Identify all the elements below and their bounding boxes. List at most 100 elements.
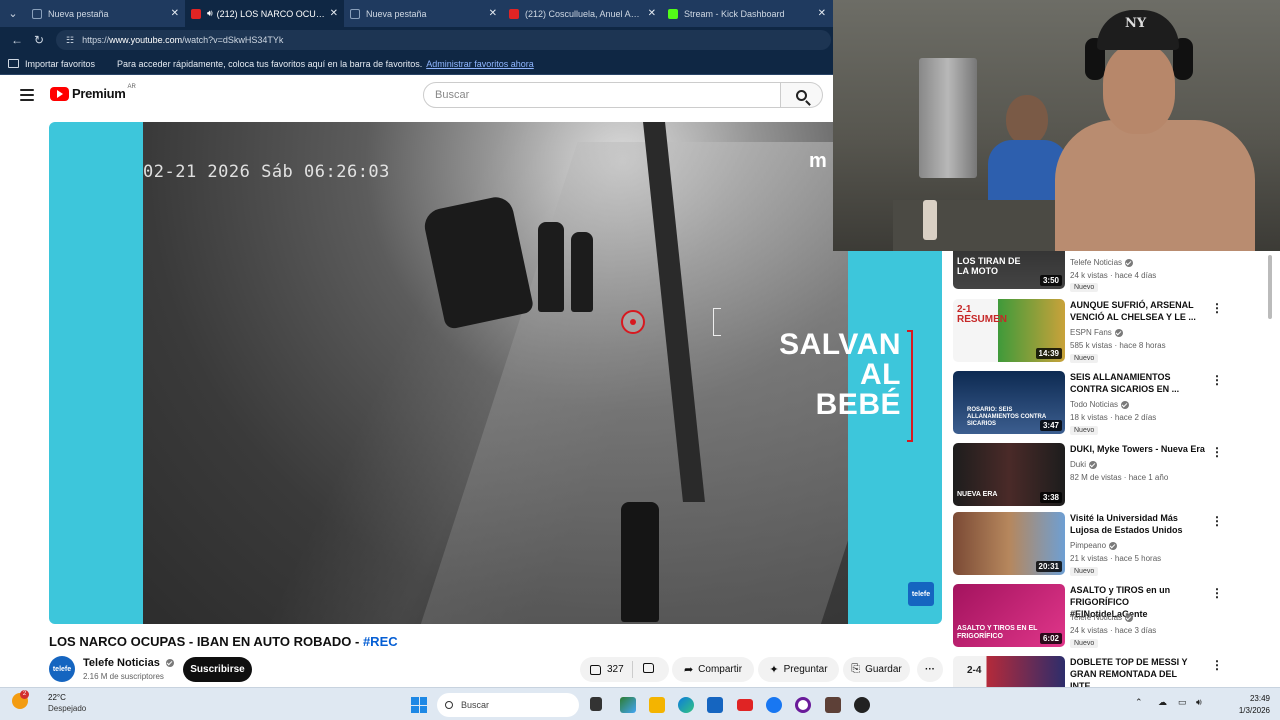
manage-favorites-link[interactable]: Administrar favoritos ahora [426,59,534,69]
edge-browser-icon[interactable] [678,697,694,713]
list-item[interactable]: 2-1 RESUMEN 14:39 AUNQUE SUFRIÓ, ARSENAL… [953,299,1273,365]
reco-title[interactable]: SEIS ALLANAMIENTOS CONTRA SICARIOS EN ..… [1070,371,1205,395]
hashtag-link[interactable]: #REC [363,634,398,649]
taskbar-search[interactable]: Buscar [437,693,579,717]
obs-icon[interactable] [795,697,811,713]
task-view-icon[interactable] [590,697,602,711]
tab-2[interactable]: 🔊︎ (212) LOS NARCO OCUPAS - IB ✕ [185,0,344,27]
video-thumbnail[interactable]: 20:31 [953,512,1065,575]
video-thumbnail[interactable]: 2-1 RESUMEN 14:39 [953,299,1065,362]
ask-label: Preguntar [783,664,828,675]
more-vert-icon[interactable]: ⋮ [1211,514,1223,528]
verified-icon [1125,258,1134,267]
reco-meta: 24 k vistas · hace 4 días [1070,271,1157,280]
cloud-icon[interactable]: ☁ [1158,697,1167,708]
tab-4[interactable]: (212) Cosculluela, Anuel AA - 23 - ✕ [503,0,662,27]
video-thumbnail[interactable]: LOS TIRAN DE LA MOTO 3:50 [953,251,1065,289]
reco-title[interactable]: AUNQUE SUFRIÓ, ARSENAL VENCIÓ AL CHELSEA… [1070,299,1205,323]
new-badge: Nuevo [1070,567,1099,576]
tab-1[interactable]: Nueva pestaña ✕ [26,0,185,27]
more-actions-button[interactable]: ··· [917,657,943,682]
facebook-icon[interactable] [766,697,782,713]
more-vert-icon[interactable]: ⋮ [1211,586,1223,600]
close-icon[interactable]: ✕ [648,8,656,19]
subscriber-count: 2.16 M de suscriptores [83,672,164,681]
search-button[interactable] [781,82,823,108]
list-item[interactable]: 20:31 Visité la Universidad Más Lujosa d… [953,512,1273,578]
channel-watermark-logo[interactable]: telefe [908,582,934,606]
ask-button[interactable]: ✦ Preguntar [758,657,839,682]
site-info-icon[interactable]: ☷ [66,35,74,46]
close-icon[interactable]: ✕ [171,8,179,19]
file-explorer-icon[interactable] [649,697,665,713]
start-button[interactable] [411,697,427,713]
thumbnail-text: NUEVA ERA [957,491,998,498]
list-item[interactable]: NUEVA ERA 3:38 DUKI, Myke Towers - Nueva… [953,443,1273,509]
like-button[interactable]: 327 [580,661,633,678]
duration-badge: 3:47 [1039,420,1062,431]
list-item[interactable]: LOS TIRAN DE LA MOTO 3:50 Telefe Noticia… [953,251,1273,292]
youtube-logo[interactable]: Premium AR [50,83,136,101]
list-item[interactable]: 2-4 DOBLETE TOP DE MESSI Y GRAN REMONTAD… [953,656,1273,687]
reload-icon[interactable]: ↻ [28,33,50,47]
video-player[interactable]: 02-21 2026 Sáb 06:26:03 m SALVAN AL BEBÉ… [49,122,942,624]
scrollbar[interactable] [1268,255,1272,319]
video-thumbnail[interactable]: 2-4 [953,656,1065,687]
weather-widget[interactable]: 2 22°C Despejado [12,690,86,715]
duration-badge: 3:38 [1039,492,1062,503]
tab-5[interactable]: Stream - Kick Dashboard ✕ [662,0,832,27]
more-vert-icon[interactable]: ⋮ [1211,301,1223,315]
sparkle-icon: ✦ [769,664,779,676]
more-vert-icon[interactable]: ⋮ [1211,658,1223,672]
tab-3[interactable]: Nueva pestaña ✕ [344,0,503,27]
url-prefix: https:// [82,35,110,45]
chevron-up-icon[interactable]: ⌃ [1135,697,1143,708]
new-badge: Nuevo [1070,283,1099,292]
share-button[interactable]: ➦ Compartir [672,657,754,682]
reco-meta: 585 k vistas · hace 8 horas [1070,341,1166,350]
back-arrow-icon[interactable]: ← [6,33,28,47]
import-favorites-button[interactable]: Importar favoritos [8,59,95,69]
menu-icon[interactable] [20,89,34,101]
speaker-icon[interactable]: 🔊︎ [207,8,213,19]
search-input[interactable]: Buscar [423,82,781,108]
list-item[interactable]: ROSARIO: SEIS ALLANAMIENTOS CONTRA SICAR… [953,371,1273,437]
reco-title[interactable]: DOBLETE TOP DE MESSI Y GRAN REMONTADA DE… [1070,656,1205,687]
subscribe-button[interactable]: Suscribirse [183,657,252,682]
dislike-button[interactable] [633,663,664,676]
reco-title[interactable]: DUKI, Myke Towers - Nueva Era [1070,443,1205,455]
youtube-play-icon [50,86,69,101]
more-vert-icon[interactable]: ⋮ [1211,373,1223,387]
system-clock[interactable]: 23:49 1/3/2026 [1218,693,1270,717]
bookmark-icon: ⎘ [851,663,861,675]
video-thumbnail[interactable]: ROSARIO: SEIS ALLANAMIENTOS CONTRA SICAR… [953,371,1065,434]
headline-line-2: AL BEBÉ [815,358,901,421]
volume-icon[interactable]: 🔊︎ [1196,697,1202,708]
github-icon[interactable] [854,697,870,713]
tab-title: Stream - Kick Dashboard [684,8,785,19]
widgets-icon[interactable] [620,697,636,713]
cctv-timestamp: 02-21 2026 Sáb 06:26:03 [143,162,390,182]
avatar[interactable]: telefe [49,656,75,682]
tab-actions-menu-icon[interactable]: ⌄ [0,0,26,27]
game-app-icon[interactable] [825,697,841,713]
youtube-icon[interactable] [737,699,753,711]
reco-title[interactable]: Visité la Universidad Más Lujosa de Esta… [1070,512,1205,536]
channel-name[interactable]: Telefe Noticias [83,657,174,669]
save-button[interactable]: ⎘ Guardar [843,657,910,682]
duration-badge: 6:02 [1039,633,1062,644]
recommendations-list: LOS TIRAN DE LA MOTO 3:50 Telefe Noticia… [953,251,1280,687]
close-icon[interactable]: ✕ [818,8,826,19]
network-icon[interactable]: ▭ [1178,697,1187,708]
url-field[interactable]: ☷ https://www.youtube.com/watch?v=dSkwHS… [56,30,831,50]
store-icon[interactable] [707,697,723,713]
close-icon[interactable]: ✕ [489,8,497,19]
search-placeholder: Buscar [435,89,470,101]
video-thumbnail[interactable]: NUEVA ERA 3:38 [953,443,1065,506]
more-vert-icon[interactable]: ⋮ [1211,445,1223,459]
close-icon[interactable]: ✕ [330,8,338,19]
list-item[interactable]: ASALTO Y TIROS EN EL FRIGORÍFICO 6:02 AS… [953,584,1273,650]
logo-country: AR [127,83,136,90]
tab-title: (212) Cosculluela, Anuel AA - 23 - [525,8,644,19]
video-thumbnail[interactable]: ASALTO Y TIROS EN EL FRIGORÍFICO 6:02 [953,584,1065,647]
